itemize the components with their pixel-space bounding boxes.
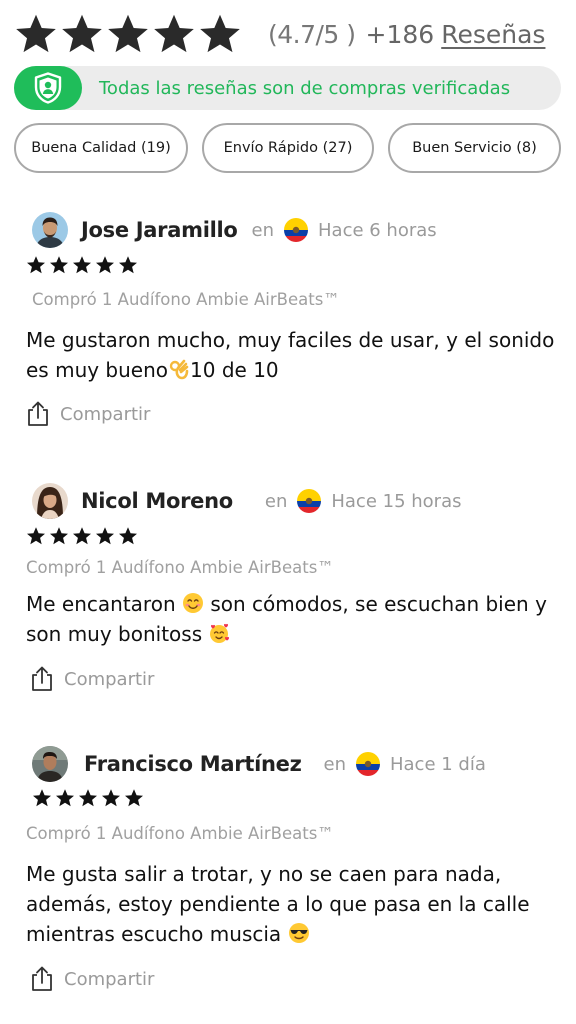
review-stars — [26, 526, 138, 546]
avatar — [32, 212, 68, 248]
reviewer-name: Jose Jaramillo — [81, 218, 238, 242]
ecuador-flag-icon — [284, 218, 308, 242]
share-button[interactable]: Compartir — [30, 966, 154, 992]
purchased-product: Compró 1 Audífono Ambie AirBeats™ — [26, 558, 334, 577]
location-preposition: en — [264, 490, 288, 512]
star-icon — [198, 12, 242, 56]
share-label: Compartir — [64, 668, 155, 690]
ok-hand-emoji — [168, 358, 190, 380]
reviewer-name: Francisco Martínez — [84, 752, 302, 776]
star-icon — [60, 12, 104, 56]
share-label: Compartir — [64, 968, 155, 990]
rating-summary: (4.7/5 ) +186 Reseñas — [14, 10, 564, 58]
rating-value: (4.7/5 ) — [268, 19, 356, 49]
star-icon — [79, 789, 97, 807]
star-icon — [119, 527, 137, 545]
star-icon — [56, 789, 74, 807]
star-icon — [96, 256, 114, 274]
review-stars — [32, 788, 144, 808]
smiling-face-with-hearts-emoji — [208, 622, 230, 644]
review-stars — [26, 255, 138, 275]
purchased-product: Compró 1 Audífono Ambie AirBeats™ — [26, 824, 334, 843]
star-icon — [14, 12, 58, 56]
purchased-product: Compró 1 Audífono Ambie AirBeats™ — [32, 290, 340, 309]
avatar — [32, 746, 68, 782]
star-icon — [152, 12, 196, 56]
filter-chip-buena-calidad[interactable]: Buena Calidad (19) — [14, 123, 188, 173]
star-icon — [73, 256, 91, 274]
share-label: Compartir — [60, 403, 151, 425]
ecuador-flag-icon — [297, 489, 322, 513]
share-button[interactable]: Compartir — [26, 401, 150, 427]
reviews-link[interactable]: Reseñas — [441, 20, 545, 49]
location-preposition: en — [323, 753, 346, 775]
share-icon — [30, 666, 54, 692]
review-time: Hace 1 día — [389, 753, 486, 775]
star-icon — [102, 789, 120, 807]
rating-stars — [14, 12, 242, 56]
star-icon — [106, 12, 150, 56]
filter-chip-envio-rapido[interactable]: Envío Rápido (27) — [202, 123, 374, 173]
share-icon — [30, 966, 54, 992]
review-count: +186 — [365, 19, 435, 49]
reviewer-name: Nicol Moreno — [81, 489, 233, 513]
review-text: Me encantaron — [26, 592, 182, 616]
verified-badge — [14, 66, 82, 110]
star-icon — [96, 527, 114, 545]
filter-chip-buen-servicio[interactable]: Buen Servicio (8) — [388, 123, 561, 173]
shield-user-icon — [33, 72, 63, 104]
star-icon — [73, 527, 91, 545]
star-icon — [27, 527, 45, 545]
review-text: Me gustaron mucho, muy faciles de usar, … — [26, 328, 555, 382]
review-time: Hace 15 horas — [331, 490, 462, 512]
review-body: Me gustaron mucho, muy faciles de usar, … — [26, 325, 566, 385]
location-preposition: en — [251, 219, 274, 241]
star-icon — [50, 256, 68, 274]
avatar — [32, 483, 68, 519]
review-text: Me gusta salir a trotar, y no se caen pa… — [26, 862, 530, 946]
star-icon — [50, 527, 68, 545]
review-body: Me encantaron son cómodos, se escuchan b… — [26, 589, 566, 649]
review-time: Hace 6 horas — [318, 219, 437, 241]
star-icon — [119, 256, 137, 274]
share-icon — [26, 401, 50, 427]
verified-text: Todas las reseñas son de compras verific… — [99, 77, 511, 99]
verified-banner: Todas las reseñas son de compras verific… — [14, 66, 561, 110]
ecuador-flag-icon — [355, 752, 380, 776]
smiling-face-emoji — [182, 592, 204, 614]
star-icon — [125, 789, 143, 807]
review-text: 10 de 10 — [190, 358, 279, 382]
star-icon — [33, 789, 51, 807]
share-button[interactable]: Compartir — [30, 666, 154, 692]
sunglasses-face-emoji — [288, 922, 310, 944]
star-icon — [27, 256, 45, 274]
review-body: Me gusta salir a trotar, y no se caen pa… — [26, 859, 556, 949]
